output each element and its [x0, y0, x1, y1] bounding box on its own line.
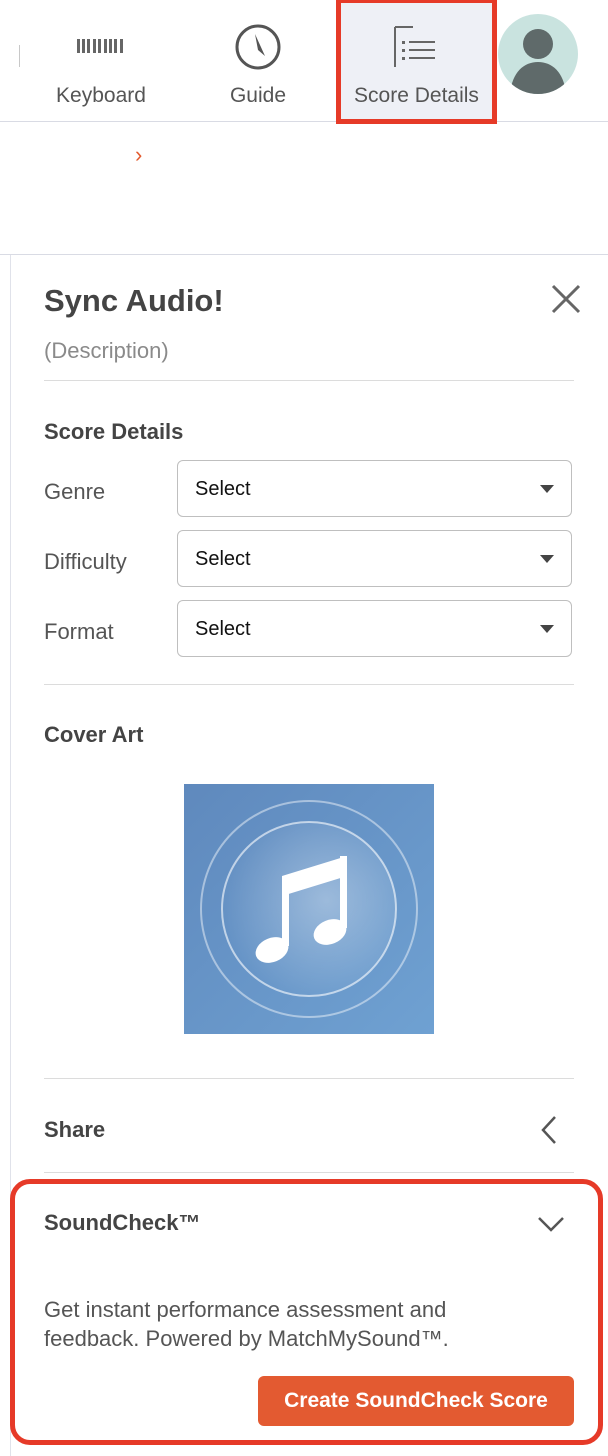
soundcheck-heading: SoundCheck™ [44, 1210, 201, 1235]
share-heading: Share [44, 1117, 106, 1142]
panel-description[interactable]: (Description) [44, 338, 169, 364]
toolbar-divider [19, 45, 20, 67]
compass-icon [208, 22, 308, 72]
cover-art-image[interactable] [184, 784, 434, 1034]
caret-down-icon [540, 555, 554, 563]
format-select-value: Select [195, 618, 251, 640]
create-soundcheck-score-button[interactable]: Create SoundCheck Score [258, 1376, 574, 1426]
share-section[interactable]: Share [44, 1079, 574, 1173]
chevron-left-icon [541, 1116, 556, 1144]
music-note-icon [184, 784, 434, 1034]
difficulty-label: Difficulty [44, 549, 127, 574]
toolbar-guide-label: Guide [229, 84, 287, 107]
close-icon [551, 284, 581, 314]
toolbar-keyboard-label: Keyboard [56, 84, 146, 107]
chevron-down-icon[interactable] [537, 1215, 565, 1233]
format-select[interactable]: Select [177, 600, 572, 657]
panel-title: Sync Audio! [44, 283, 224, 318]
format-label: Format [44, 619, 114, 644]
toolbar-score-details-label: Score Details [354, 84, 479, 107]
divider [44, 380, 574, 381]
avatar[interactable] [498, 14, 578, 94]
close-button[interactable] [548, 281, 584, 317]
score-details-heading: Score Details [44, 419, 184, 444]
divider [44, 1172, 574, 1173]
list-icon [338, 22, 495, 72]
divider [44, 684, 574, 685]
toolbar-keyboard-button[interactable]: Keyboard [40, 0, 162, 121]
user-silhouette-icon [510, 29, 566, 94]
genre-select[interactable]: Select [177, 460, 572, 517]
genre-label: Genre [44, 479, 106, 504]
toolbar-guide-button[interactable]: Guide [208, 0, 308, 121]
cover-art-heading: Cover Art [44, 722, 144, 747]
top-toolbar: Keyboard Guide Score Details [0, 0, 608, 124]
toolbar-score-details-button[interactable]: Score Details [336, 0, 497, 124]
difficulty-select[interactable]: Select [177, 530, 572, 587]
difficulty-select-value: Select [195, 548, 251, 570]
breadcrumb: › [0, 122, 608, 255]
soundcheck-description: Get instant performance assessment and f… [44, 1297, 449, 1351]
genre-select-value: Select [195, 478, 251, 500]
breadcrumb-chevron-icon[interactable]: › [135, 142, 142, 168]
caret-down-icon [540, 625, 554, 633]
piano-keys-icon [40, 22, 162, 72]
caret-down-icon [540, 485, 554, 493]
